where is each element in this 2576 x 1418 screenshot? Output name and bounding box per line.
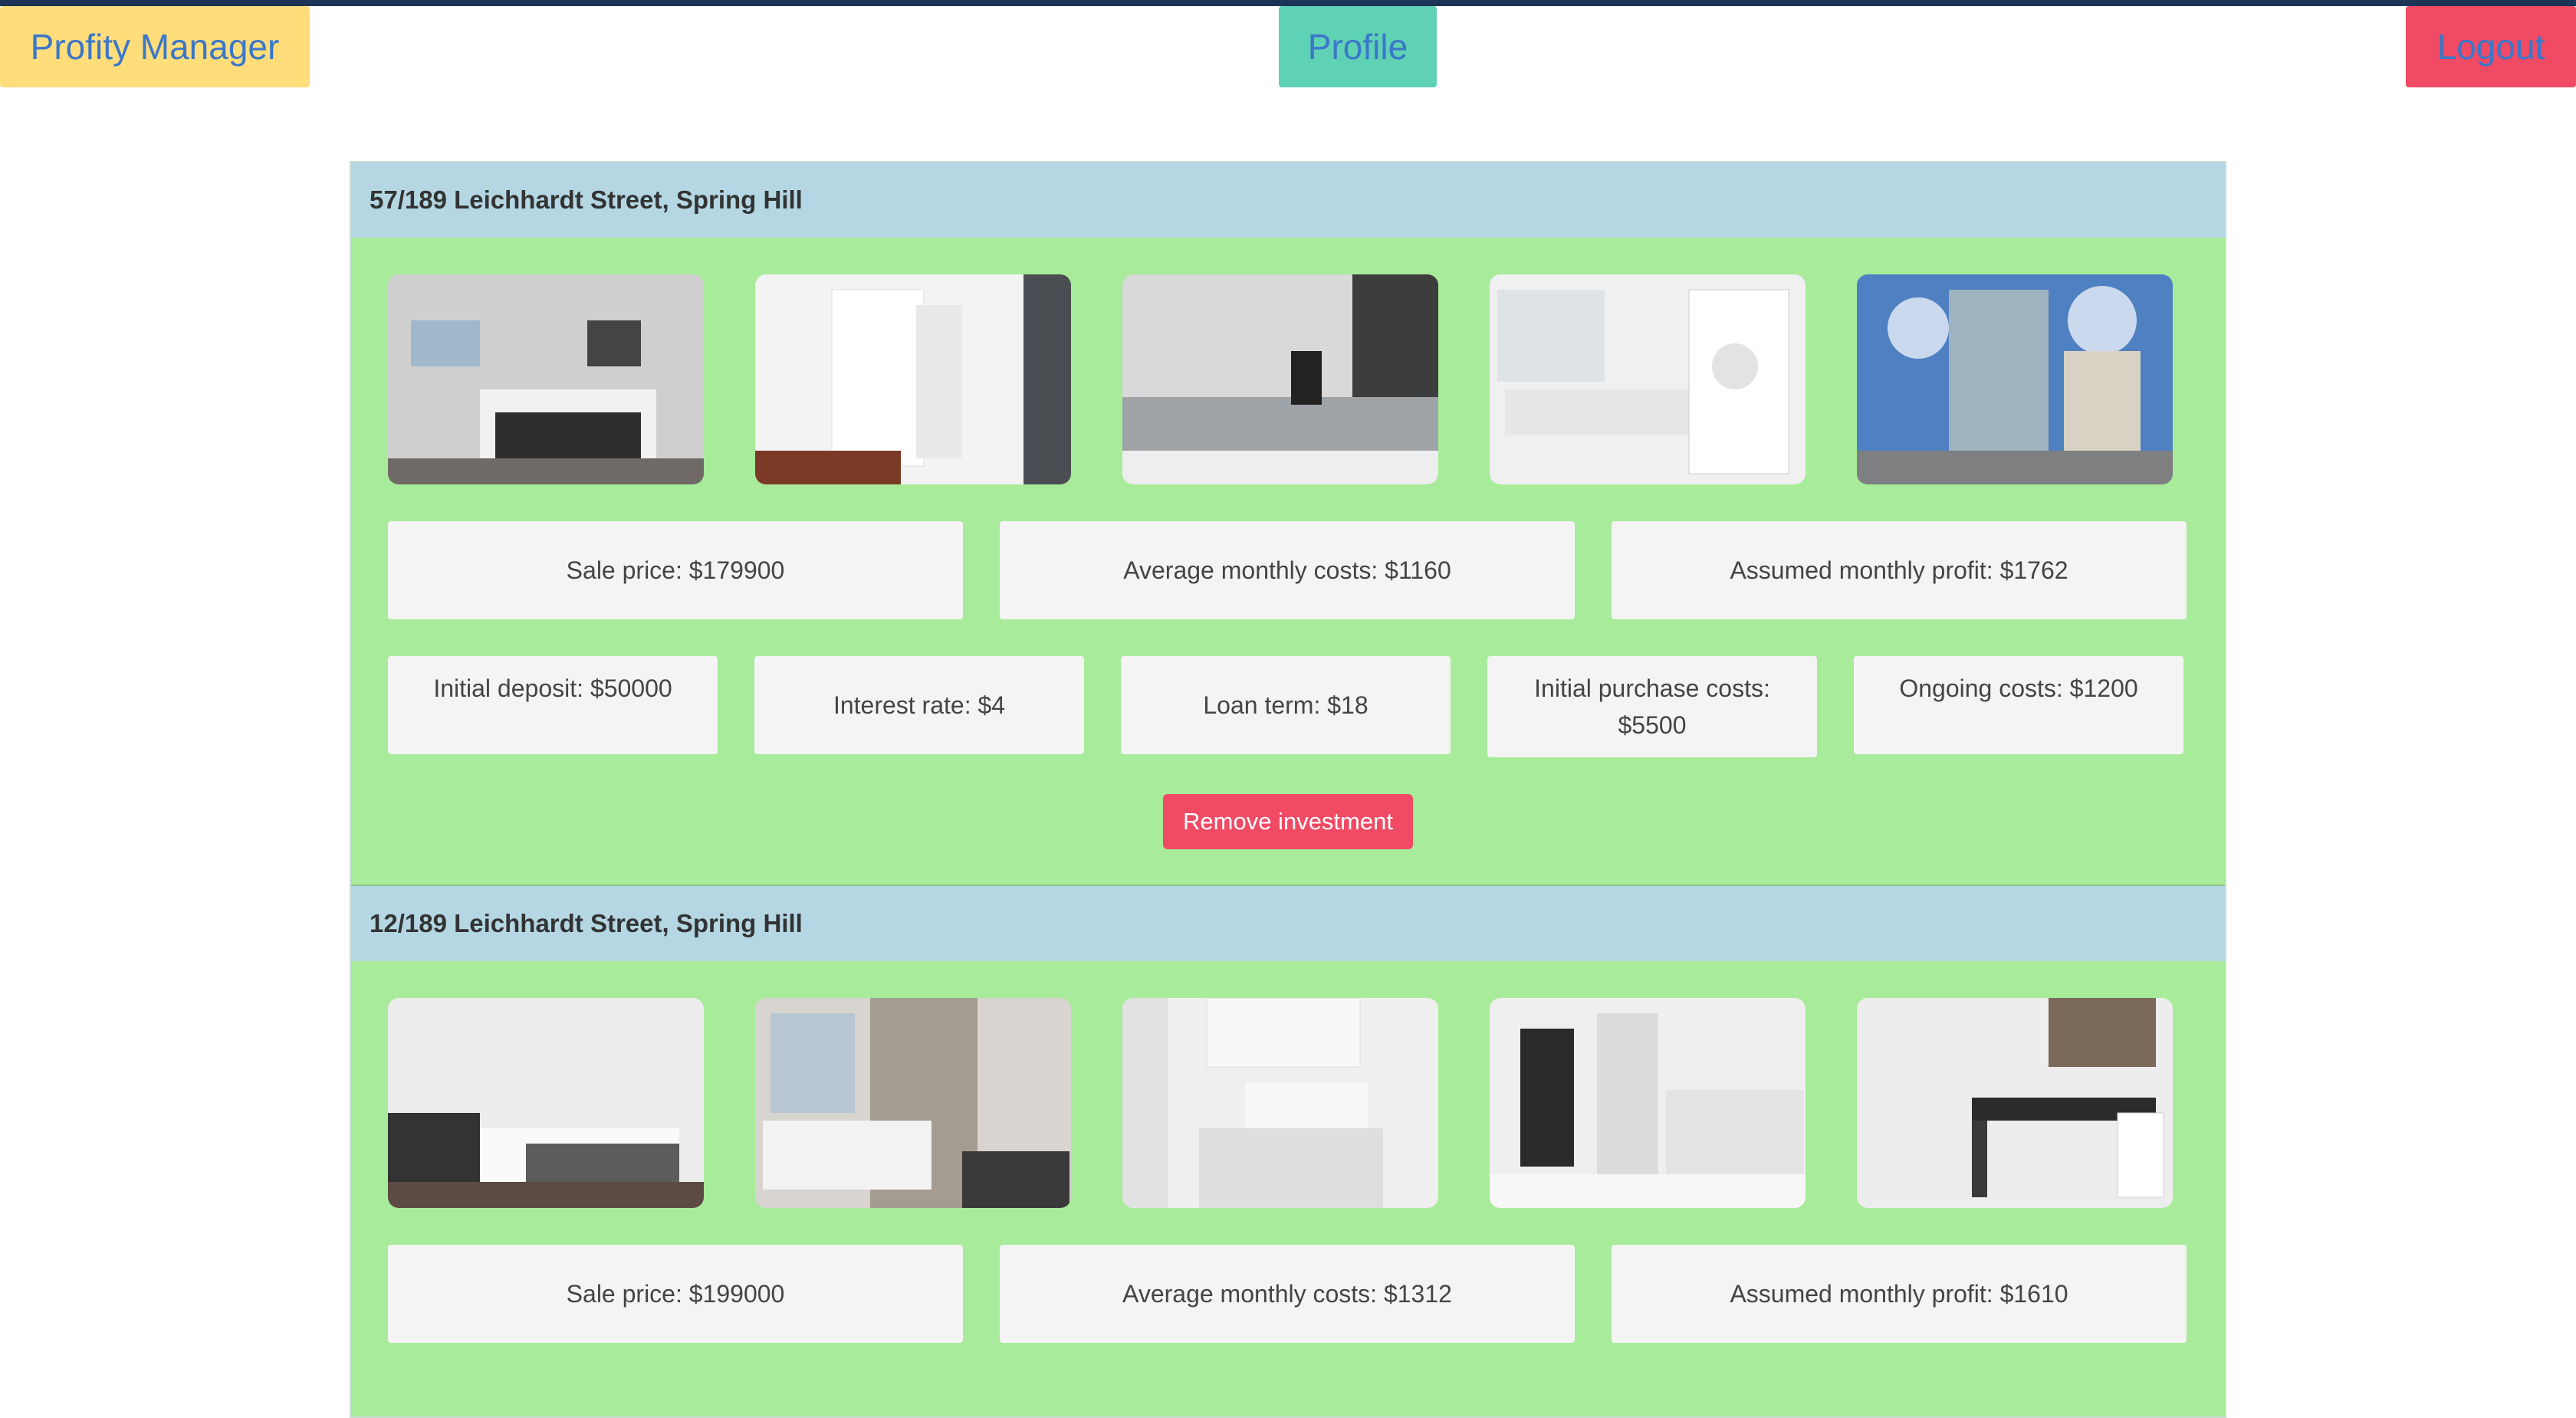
photo-gallery — [351, 961, 2225, 1208]
property-photo[interactable] — [1857, 274, 2173, 484]
property-photo[interactable] — [388, 998, 704, 1208]
summary-row: Sale price: $199000 Average monthly cost… — [351, 1208, 2225, 1343]
property-photo[interactable] — [1490, 998, 1806, 1208]
initial-deposit: Initial deposit: $50000 — [388, 656, 718, 754]
property-photo[interactable] — [1490, 274, 1806, 484]
property-photo[interactable] — [755, 274, 1071, 484]
interest-rate: Interest rate: $4 — [754, 656, 1084, 754]
property-photo[interactable] — [755, 998, 1071, 1208]
remove-investment-button[interactable]: Remove investment — [1163, 794, 1413, 849]
average-monthly-costs: Average monthly costs: $1160 — [1000, 521, 1575, 619]
logout-button[interactable]: Logout — [2406, 6, 2576, 87]
assumed-monthly-profit: Assumed monthly profit: $1610 — [1612, 1245, 2187, 1343]
property-photo[interactable] — [1122, 998, 1438, 1208]
average-monthly-costs: Average monthly costs: $1312 — [1000, 1245, 1575, 1343]
details-row: Initial deposit: $50000 Interest rate: $… — [351, 619, 2225, 757]
initial-purchase-costs: Initial purchase costs: $5500 — [1487, 656, 1817, 757]
profile-button[interactable]: Profile — [1279, 6, 1437, 87]
investment-address: 57/189 Leichhardt Street, Spring Hill — [351, 162, 2225, 238]
investments-list: 57/189 Leichhardt Street, Spring Hill Sa… — [350, 161, 2226, 1418]
top-accent-bar — [0, 0, 2576, 6]
property-photo[interactable] — [1122, 274, 1438, 484]
investment-address: 12/189 Leichhardt Street, Spring Hill — [351, 886, 2225, 961]
property-photo[interactable] — [388, 274, 704, 484]
sale-price: Sale price: $179900 — [388, 521, 963, 619]
brand-button[interactable]: Profity Manager — [0, 6, 310, 87]
photo-gallery — [351, 238, 2225, 484]
summary-row: Sale price: $179900 Average monthly cost… — [351, 484, 2225, 619]
assumed-monthly-profit: Assumed monthly profit: $1762 — [1612, 521, 2187, 619]
sale-price: Sale price: $199000 — [388, 1245, 963, 1343]
property-photo[interactable] — [1857, 998, 2173, 1208]
loan-term: Loan term: $18 — [1121, 656, 1451, 754]
ongoing-costs: Ongoing costs: $1200 — [1854, 656, 2183, 754]
